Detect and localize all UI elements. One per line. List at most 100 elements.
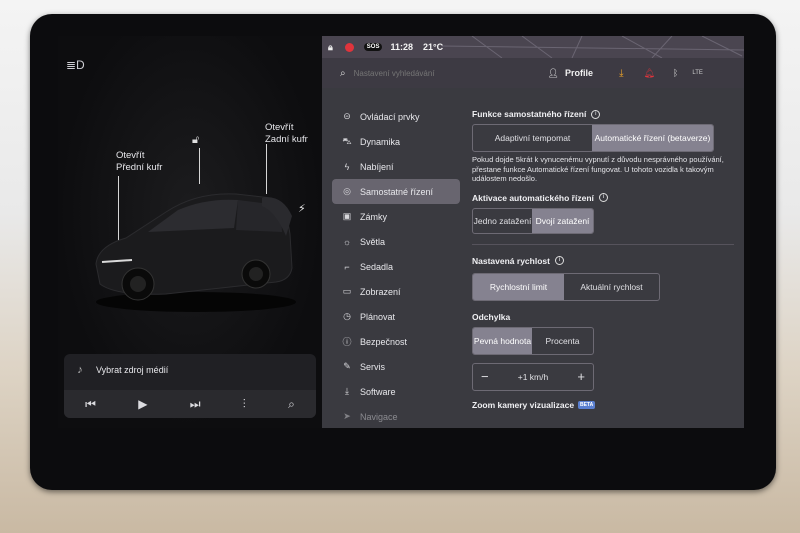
option-current-speed[interactable]: Aktuální rychlost [564,274,659,300]
menu-item-dynamics[interactable]: ⛍ Dynamika [332,129,460,154]
option-single-pull[interactable]: Jedno zatažení [473,209,532,233]
music-note-icon: ♪ [77,364,83,376]
person-icon[interactable]: 👤︎ [548,68,559,79]
menu-item-charging[interactable]: ϟ Nabíjení [332,154,460,179]
media-source-label: Vybrat zdroj médií [96,365,169,375]
option-double-pull[interactable]: Dvojí zatažení [532,208,593,233]
dashcam-record-icon[interactable] [344,42,354,52]
frunk-name-text: Přední kufr [116,162,163,173]
decrease-offset-button[interactable]: − [473,364,497,390]
menu-item-controls[interactable]: ⊝ Ovládací prvky [332,104,460,129]
autopilot-strikes-description: Pokud dojde 5krát k vynucenému vypnutí z… [472,155,724,183]
headlight-icon[interactable]: ≣D [66,58,85,72]
media-player: ♪ Vybrat zdroj médií ⏮ ▶ ⏭ ⫶ ⌕ [64,354,316,418]
menu-item-label: Bezpečnost [360,336,408,347]
profile-button[interactable]: Profile [565,68,593,78]
set-speed-selector: Rychlostní limit Aktuální rychlost [472,272,660,301]
offset-title-text: Odchylka [472,311,511,322]
trunk-open-label[interactable]: Otevřít Zadní kufr [265,122,308,146]
menu-item-label: Dynamika [360,136,401,147]
clock-time: 11:28 [390,42,413,52]
trunk-action-text: Otevřít [265,122,294,133]
search-icon: ⌕ [340,67,346,79]
sos-badge[interactable]: SOS [363,43,383,51]
menu-item-autopilot[interactable]: ◎ Samostatné řízení [332,179,460,204]
camera-zoom-title: Zoom kamery vizualizace BETA [472,399,734,411]
menu-item-label: Sedadla [360,261,394,272]
autopilot-mode-selector: Adaptivní tempomat Automatické řízení (b… [472,124,714,152]
play-icon[interactable]: ▶ [138,397,147,411]
option-adaptive-cruise[interactable]: Adaptivní tempomat [473,125,592,151]
lock-icon: ▣ [342,211,352,221]
menu-item-label: Servis [360,361,386,372]
beta-badge: BETA [578,400,596,409]
option-fixed-value[interactable]: Pevná hodnota [473,327,533,354]
previous-track-icon[interactable]: ⏮ [85,397,96,412]
download-update-icon[interactable]: ⤓ [619,68,623,79]
frunk-open-label[interactable]: Otevřít Přední kufr [116,150,162,174]
menu-item-lights[interactable]: ☼ Světla [332,229,460,254]
download-icon: ⤓ [345,386,349,396]
menu-item-label: Nabíjení [360,161,394,172]
sun-icon: ☼ [342,236,352,247]
option-percentage[interactable]: Procenta [532,328,593,354]
offset-type-selector: Pevná hodnota Procenta [472,326,594,355]
option-autosteer-beta[interactable]: Automatické řízení (betaverze) [592,125,713,151]
menu-item-display[interactable]: ▭ Zobrazení [332,279,460,304]
toggle-icon: ⊝ [343,111,351,121]
media-controls: ⏮ ▶ ⏭ ⫶ ⌕ [64,390,316,418]
media-source-selector[interactable]: ♪ Vybrat zdroj médií [64,354,316,386]
car-icon: ⛍ [342,135,352,146]
clock-icon: ◷ [343,311,351,321]
car-model-image [95,193,296,312]
section-divider [472,243,734,245]
settings-search-input[interactable] [353,68,534,78]
menu-item-label: Plánovat [360,311,396,322]
equalizer-icon[interactable]: ⫶ [243,397,246,412]
lock-status-icon[interactable]: 🔒︎ [328,42,333,53]
menu-item-label: Zobrazení [360,286,401,297]
lte-signal-indicator: LTE [692,70,703,76]
menu-item-schedule[interactable]: ◷ Plánovat [332,304,460,329]
menu-item-label: Ovládací prvky [360,111,420,122]
autopilot-features-title: Funkce samostatného řízení i [472,108,734,120]
menu-item-software[interactable]: ⤓ Software [332,379,460,404]
menu-item-service[interactable]: ✎ Servis [332,354,460,379]
frunk-action-text: Otevřít [116,150,145,161]
camera-zoom-title-text: Zoom kamery vizualizace [472,399,575,410]
car-visualization-pane: ≣D Otevřít Přední kufr Otevřít Zadní kuf… [58,36,322,428]
menu-item-label: Samostatné řízení [360,186,434,197]
set-speed-title-text: Nastavená rychlost [472,255,550,266]
bolt-icon: ϟ [344,161,350,172]
menu-item-safety[interactable]: ⓘ Bezpečnost [332,329,460,354]
offset-title: Odchylka [472,311,734,323]
settings-panel: 🔒︎ SOS 11:28 21°C ⌕ 👤︎ Profile ⤓ 🔔︎ ᛒ LT… [322,36,744,428]
autopilot-settings: Funkce samostatného řízení i Adaptivní te… [472,108,734,411]
notification-bell-icon[interactable]: 🔔︎ [643,68,654,79]
menu-item-label: Navigace [360,411,398,422]
menu-item-navigation[interactable]: ➤ Navigace [332,404,460,428]
charge-port-bolt-icon[interactable]: ⚡︎ [298,202,306,215]
menu-item-locks[interactable]: ▣ Zámky [332,204,460,229]
activation-selector: Jedno zatažení Dvojí zatažení [472,207,594,234]
info-icon[interactable]: i [598,193,608,202]
unlock-icon[interactable]: 🔓︎ [192,134,199,147]
set-speed-title: Nastavená rychlost i [472,255,734,267]
menu-item-label: Zámky [360,211,387,222]
touchscreen: ≣D Otevřít Přední kufr Otevřít Zadní kuf… [58,36,744,428]
info-icon[interactable]: i [554,256,564,265]
search-icon[interactable]: ⌕ [288,397,295,412]
increase-offset-button[interactable]: + [569,364,593,390]
menu-item-label: Světla [360,236,386,247]
info-icon[interactable]: i [591,109,601,119]
settings-top-bar: ⌕ 👤︎ Profile ⤓ 🔔︎ ᛒ LTE [322,58,744,88]
settings-menu: ⊝ Ovládací prvky ⛍ Dynamika ϟ Nabíjení ◎ Sam… [332,104,460,428]
menu-item-seats[interactable]: ⌐ Sedadla [332,254,460,279]
next-track-icon[interactable]: ⏭ [190,397,201,412]
bluetooth-icon[interactable]: ᛒ [673,68,678,78]
status-bar: 🔒︎ SOS 11:28 21°C [322,36,443,58]
display-icon: ▭ [342,286,352,296]
shield-icon: ⓘ [342,337,352,347]
trunk-name-text: Zadní kufr [265,134,308,145]
option-speed-limit[interactable]: Rychlostní limit [473,273,565,300]
